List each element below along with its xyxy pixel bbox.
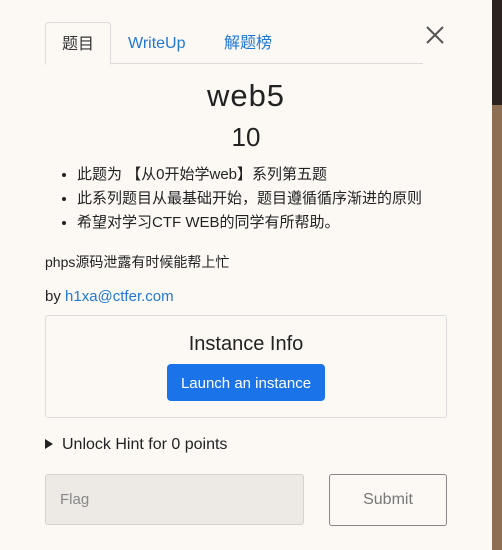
author-prefix: by [45,288,66,305]
description-item: 此系列题目从最基础开始，题目遵循循序渐进的原则 [77,187,422,211]
tab-solves[interactable]: 解题榜 [224,22,272,63]
tab-challenge[interactable]: 题目 [45,22,111,65]
challenge-name: web5 [206,78,286,113]
challenge-description: 此题为 【从0开始学web】系列第五题 此系列题目从最基础开始，题目遵循循序渐进… [45,163,422,235]
submit-button[interactable]: Submit [329,474,447,526]
page-backdrop-strip [492,0,502,550]
flag-input[interactable] [45,474,304,525]
close-icon [426,26,444,44]
challenge-author: by h1xa@ctfer.com [45,288,174,305]
instance-info-panel: Instance Info Launch an instance [45,315,447,418]
hint-label: Unlock Hint for 0 points [62,436,228,453]
challenge-modal: 题目 WriteUp 解题榜 web5 10 此题为 【从0开始学web】系列第… [0,0,492,550]
tab-writeup[interactable]: WriteUp [128,22,186,63]
challenge-note: phps源码泄露有时候能帮上忙 [45,254,230,270]
challenge-points: 10 [231,122,261,152]
description-item: 此题为 【从0开始学web】系列第五题 [77,163,422,187]
disclosure-triangle-icon [45,439,53,449]
challenge-tabs: 题目 WriteUp 解题榜 [45,22,423,65]
close-button[interactable] [424,24,446,46]
instance-info-title: Instance Info [188,333,304,355]
unlock-hint-toggle[interactable]: Unlock Hint for 0 points [45,436,227,454]
launch-instance-button[interactable]: Launch an instance [167,364,325,401]
description-item: 希望对学习CTF WEB的同学有所帮助。 [77,211,422,235]
author-link[interactable]: h1xa@ctfer.com [65,288,174,305]
